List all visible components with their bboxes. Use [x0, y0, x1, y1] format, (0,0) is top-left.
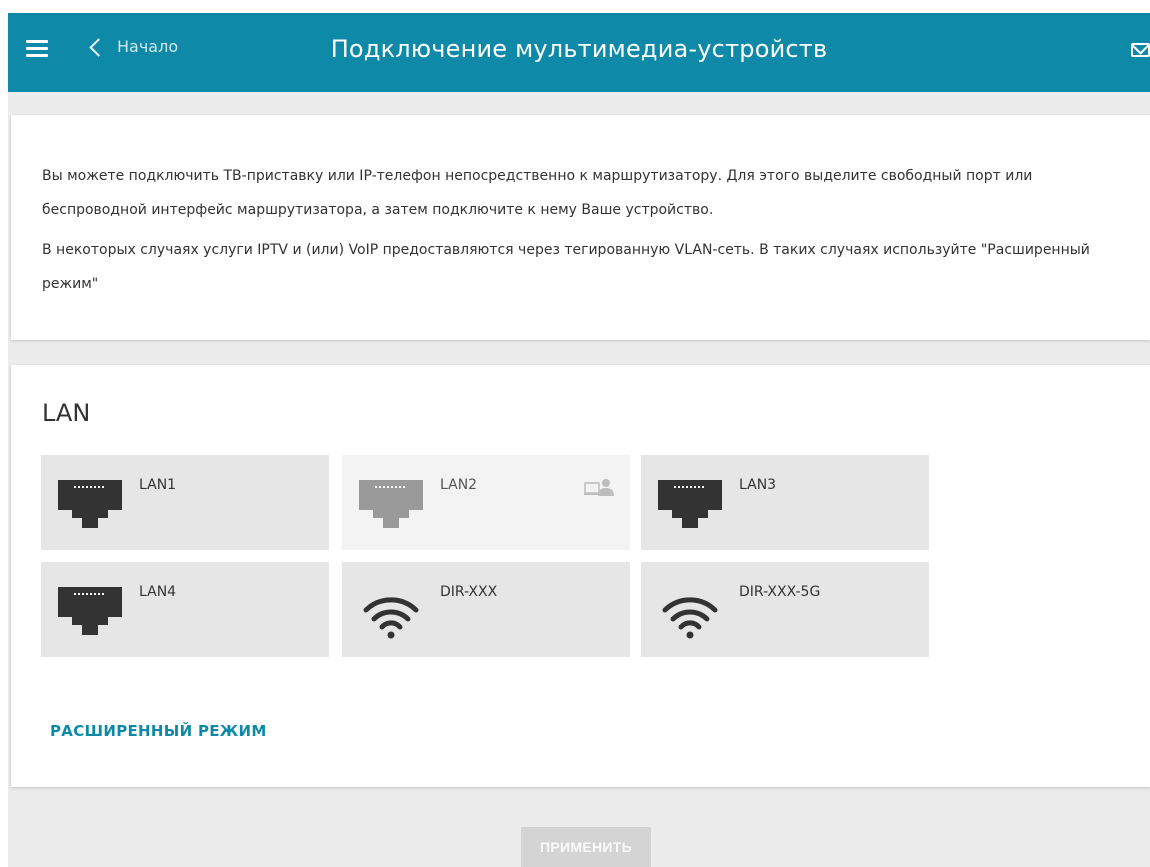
wifi-icon: [662, 597, 718, 639]
lan-card: LAN LAN1 LAN2 LAN3 LAN4 DIR-XXX DIR-XXX-…: [11, 365, 1150, 787]
wifi-icon: [363, 597, 419, 639]
wifi-tile-dir-xxx[interactable]: DIR-XXX: [342, 562, 630, 657]
ethernet-port-icon: [58, 587, 122, 635]
top-border: [0, 0, 1150, 13]
apply-button[interactable]: ПРИМЕНИТЬ: [521, 827, 651, 867]
port-label: LAN1: [139, 477, 177, 493]
port-tile-lan1[interactable]: LAN1: [41, 455, 329, 550]
port-tile-lan4[interactable]: LAN4: [41, 562, 329, 657]
lan-section-title: LAN: [42, 399, 91, 427]
advanced-mode-link[interactable]: РАСШИРЕННЫЙ РЕЖИМ: [50, 722, 267, 740]
assigned-device-icon: [584, 479, 614, 496]
port-label: LAN2: [440, 477, 478, 493]
info-text: Вы можете подключить ТВ-приставку или IP…: [42, 159, 1122, 307]
mail-icon[interactable]: [1131, 43, 1150, 57]
info-card: Вы можете подключить ТВ-приставку или IP…: [11, 115, 1150, 340]
page: Начало Подключение мультимедиа-устройств…: [0, 0, 1150, 867]
info-paragraph-1: Вы можете подключить ТВ-приставку или IP…: [42, 168, 1033, 218]
ethernet-port-icon: [359, 480, 423, 528]
ethernet-port-icon: [658, 480, 722, 528]
wifi-label: DIR-XXX-5G: [739, 584, 821, 600]
info-paragraph-2: В некоторых случаях услуги IPTV и (или) …: [42, 242, 1090, 292]
port-label: LAN3: [739, 477, 777, 493]
port-tile-lan3[interactable]: LAN3: [641, 455, 929, 550]
port-label: LAN4: [139, 584, 177, 600]
wifi-tile-dir-xxx-5g[interactable]: DIR-XXX-5G: [641, 562, 929, 657]
header-bar: Начало Подключение мультимедиа-устройств: [8, 13, 1150, 92]
left-edge: [0, 13, 8, 867]
wifi-label: DIR-XXX: [440, 584, 498, 600]
port-tile-lan2[interactable]: LAN2: [342, 455, 630, 550]
page-title: Подключение мультимедиа-устройств: [330, 35, 828, 63]
ethernet-port-icon: [58, 480, 122, 528]
